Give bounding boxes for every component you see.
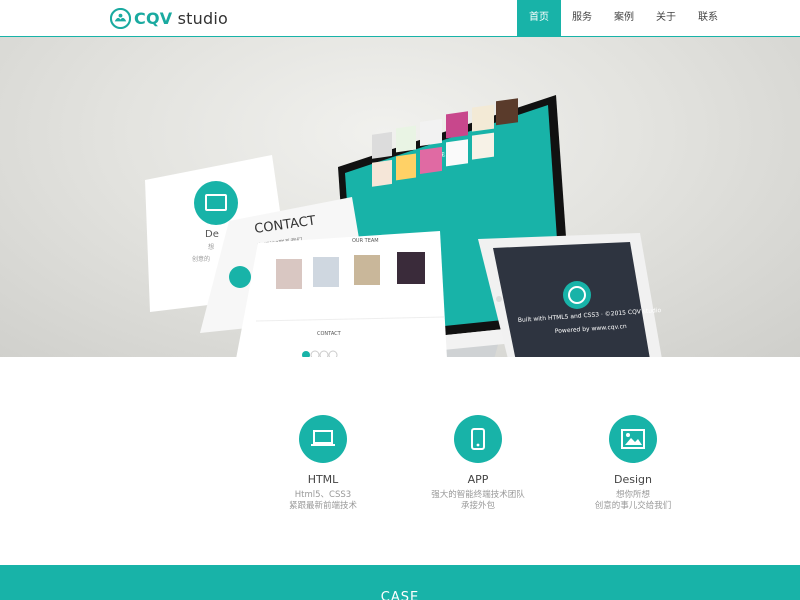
contact-footer-title: CONTACT bbox=[317, 331, 342, 337]
design-card-line1: 想 bbox=[208, 243, 214, 251]
design-card-line2: 创意的 bbox=[192, 255, 210, 263]
service-desc-line2: 创意的事儿交给我们 bbox=[594, 501, 672, 511]
laptop-icon bbox=[299, 415, 347, 463]
bell-icon bbox=[229, 266, 251, 288]
picture-icon bbox=[609, 415, 657, 463]
team-title: OUR TEAM bbox=[352, 238, 379, 244]
nav-item-cases[interactable]: 案例 bbox=[603, 0, 645, 36]
design-card-title: De bbox=[205, 229, 219, 240]
logo-icon bbox=[110, 7, 131, 29]
service-app: APP 强大的智能终端技术团队 承接外包 bbox=[398, 415, 558, 512]
services-section: HTML Html5、CSS3 紧跟最新前端技术 APP 强大的智能终端技术团队… bbox=[0, 357, 800, 565]
nav-item-services[interactable]: 服务 bbox=[561, 0, 603, 36]
page: CQV studio 首页 服务 案例 关于 联系 CASE bbox=[0, 0, 800, 600]
service-desc-line1: 强大的智能终端技术团队 bbox=[431, 490, 525, 500]
service-desc-line1: Html5、CSS3 bbox=[294, 490, 352, 500]
main-nav: 首页 服务 案例 关于 联系 bbox=[517, 0, 729, 36]
site-header: CQV studio 首页 服务 案例 关于 联系 bbox=[0, 0, 800, 37]
service-title: Design bbox=[614, 473, 652, 486]
tablet: Built with HTML5 and CSS3 · ©2015 CQV st… bbox=[478, 233, 662, 357]
phone-icon bbox=[454, 415, 502, 463]
nav-item-home[interactable]: 首页 bbox=[517, 0, 561, 36]
service-desc-line2: 承接外包 bbox=[460, 501, 495, 511]
service-design: Design 想你所想 创意的事儿交给我们 bbox=[553, 415, 713, 512]
service-html: HTML Html5、CSS3 紧跟最新前端技术 bbox=[243, 415, 403, 512]
case-section: CASE bbox=[0, 565, 800, 600]
service-title: HTML bbox=[307, 473, 339, 486]
hero-illustration: CASE De 想 创意的 bbox=[145, 95, 662, 357]
service-desc-line2: 紧跟最新前端技术 bbox=[288, 501, 357, 511]
hero-banner: CASE De 想 创意的 bbox=[0, 37, 800, 357]
case-title: CASE bbox=[380, 590, 420, 600]
nav-item-contact[interactable]: 联系 bbox=[687, 0, 729, 36]
service-title: APP bbox=[467, 473, 489, 486]
nav-item-about[interactable]: 关于 bbox=[645, 0, 687, 36]
team-page: OUR TEAM CONTACT bbox=[236, 231, 447, 357]
logo-text: CQV studio bbox=[134, 8, 228, 28]
logo[interactable]: CQV studio bbox=[110, 7, 228, 29]
service-desc-line1: 想你所想 bbox=[615, 490, 650, 500]
